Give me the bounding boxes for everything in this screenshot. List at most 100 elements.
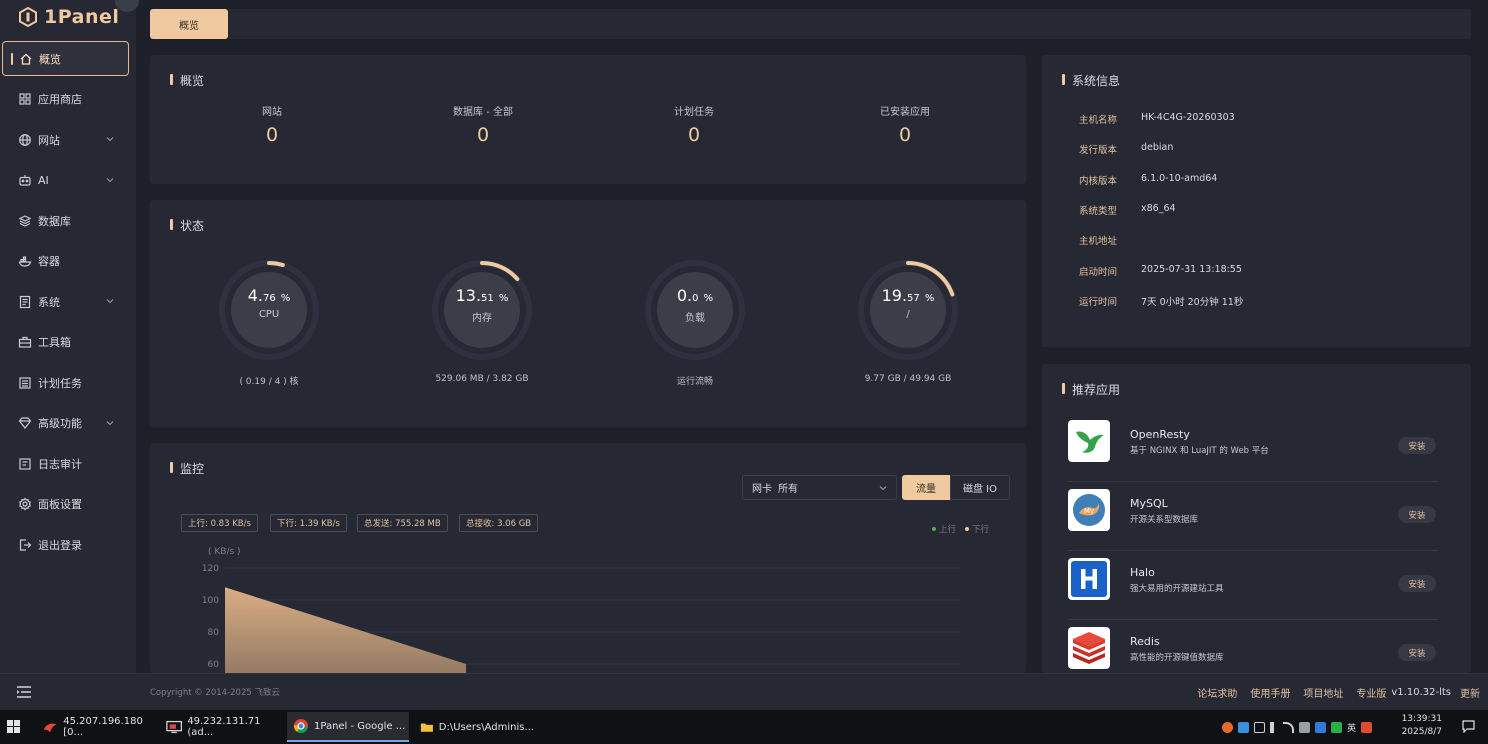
app-row-redis[interactable]: Redis 高性能的开源键值数据库 安装 (1068, 621, 1438, 673)
log-icon (19, 457, 31, 470)
logout-icon (19, 538, 32, 551)
windows-start-icon[interactable] (7, 720, 20, 733)
info-row-host-address: 主机地址 (1079, 233, 1141, 247)
disk-io-toggle-button[interactable]: 磁盘 IO (950, 475, 1010, 500)
install-button[interactable]: 安装 (1398, 506, 1436, 523)
tray-keyboard-icon[interactable] (1254, 722, 1265, 733)
copyright-text: Copyright © 2014-2025 飞致云 (150, 688, 280, 698)
sidebar-item-database[interactable]: 数据库 (0, 203, 136, 238)
clock-date: 2025/8/7 (1401, 727, 1442, 737)
gauge-detail: 9.77 GB / 49.94 GB (864, 374, 952, 384)
taskbar-item-ssh-1[interactable]: 45.207.196.180 [0... (36, 712, 156, 742)
chrome-icon (294, 719, 308, 734)
sidebar-item-label: 计划任务 (38, 376, 82, 390)
gauge-disk: 19.57 % / 9.77 GB / 49.94 GB (838, 258, 978, 384)
app-name: OpenResty (1130, 428, 1190, 441)
clock-time: 13:39:31 (1401, 714, 1442, 724)
ssh-client-icon (43, 723, 57, 733)
taskbar-item-explorer[interactable]: D:\Users\Adminis... (414, 712, 534, 742)
legend-up-dot (932, 527, 936, 531)
project-link[interactable]: 项目地址 (1303, 685, 1343, 700)
network-icon[interactable] (1283, 722, 1294, 733)
gauge-load: 0.0 % 负载 运行流畅 (625, 258, 765, 387)
taskbar-item-remote-desktop[interactable]: 49.232.131.71 (ad... (160, 712, 280, 742)
overview-value: 0 (898, 124, 912, 146)
gauge-value: 19.57 % (881, 286, 935, 305)
nic-select-value: 所有 (778, 484, 798, 495)
overview-item-installed-apps[interactable]: 已安装应用 0 (825, 103, 985, 146)
sidebar-item-toolbox[interactable]: 工具箱 (0, 325, 136, 360)
sidebar-item-cron[interactable]: 计划任务 (0, 365, 136, 400)
sidebar-item-overview[interactable]: 概览 (2, 41, 129, 76)
sidebar-item-app-store[interactable]: 应用商店 (0, 82, 136, 117)
chart-y-tick-label: 80 (208, 628, 220, 638)
monitor-card: 监控 网卡 所有 流量 磁盘 IO 上行: 0.83 KB/s 下行: 1.39… (150, 443, 1026, 673)
network-chart: ( KB/s ) 120 100 80 60 (202, 547, 960, 673)
tray-app-icon[interactable] (1222, 722, 1233, 733)
card-title: 概览 (170, 72, 204, 89)
forum-link[interactable]: 论坛求助 (1197, 685, 1237, 700)
app-row-openresty[interactable]: OpenResty 基于 NGINX 和 LuaJIT 的 Web 平台 安装 (1068, 414, 1438, 482)
info-row-distribution: 发行版本 debian (1079, 142, 1173, 156)
chevron-down-icon (106, 420, 114, 425)
sidebar-item-logout[interactable]: 退出登录 (0, 527, 136, 562)
overview-label: 计划任务 (674, 107, 714, 118)
tray-app-icon[interactable] (1238, 722, 1249, 733)
notification-icon[interactable] (1462, 720, 1475, 733)
overview-item-cron[interactable]: 计划任务 0 (614, 103, 774, 146)
legend-up-label[interactable]: 上行 (939, 523, 956, 535)
tab-overview[interactable]: 概览 (150, 9, 228, 39)
chart-y-axis-label: ( KB/s ) (208, 547, 241, 557)
app-row-halo[interactable]: Halo 强大易用的开源建站工具 安装 (1068, 552, 1438, 620)
info-value: x86_64 (1141, 203, 1176, 214)
tray-app-icon[interactable] (1299, 722, 1310, 733)
sidebar-item-label: 退出登录 (38, 538, 82, 552)
sidebar-item-website[interactable]: 网站 (0, 122, 136, 157)
install-button[interactable]: 安装 (1398, 575, 1436, 592)
collapse-menu-icon[interactable] (16, 685, 32, 699)
info-key: 主机地址 (1079, 236, 1118, 247)
brand-logo[interactable]: 1Panel (18, 4, 119, 30)
overview-value: 0 (687, 124, 701, 146)
taskbar-item-chrome[interactable]: 1Panel - Google ... (287, 712, 409, 742)
nic-select[interactable]: 网卡 所有 (742, 475, 897, 500)
overview-item-database[interactable]: 数据库 - 全部 0 (403, 103, 563, 146)
update-link[interactable]: 更新 (1460, 685, 1480, 700)
tray-app-icon[interactable] (1315, 722, 1326, 733)
edition-badge[interactable]: 专业版 (1356, 685, 1386, 700)
gauge-center: 19.57 % / (838, 286, 978, 320)
sidebar-item-system[interactable]: 系统 (0, 284, 136, 319)
gauge-memory: 13.51 % 内存 529.06 MB / 3.82 GB (412, 258, 552, 384)
remote-desktop-icon (166, 720, 183, 734)
sidebar-item-label: AI (38, 173, 49, 187)
manual-link[interactable]: 使用手册 (1250, 685, 1290, 700)
app-window: 1Panel 概览 应用商店 网站 AI 数据库 容器 系统 工具箱 计划任务 … (0, 0, 1488, 710)
sidebar-item-container[interactable]: 容器 (0, 244, 136, 279)
database-icon (18, 214, 32, 227)
chevron-down-icon (106, 137, 114, 142)
legend-down-label[interactable]: 下行 (972, 523, 989, 535)
app-row-mysql[interactable]: My MySQL 开源关系型数据库 安装 (1068, 483, 1438, 551)
sidebar-item-advanced[interactable]: 高级功能 (0, 406, 136, 441)
brand-name: 1Panel (44, 6, 120, 28)
sidebar-item-panel-settings[interactable]: 面板设置 (0, 487, 136, 522)
sidebar-item-log-audit[interactable]: 日志审计 (0, 446, 136, 481)
install-button[interactable]: 安装 (1398, 437, 1436, 454)
ime-indicator[interactable]: 英 (1347, 721, 1356, 734)
taskbar-item-label: 49.232.131.71 (ad... (187, 716, 261, 738)
system-tray: 英 (1222, 721, 1373, 734)
traffic-toggle-button[interactable]: 流量 (902, 475, 950, 500)
install-button[interactable]: 安装 (1398, 644, 1436, 661)
overview-item-website[interactable]: 网站 0 (192, 103, 352, 146)
info-row-boot-time: 启动时间 2025-07-31 13:18:55 (1079, 264, 1242, 278)
gauge-label: / (906, 309, 910, 320)
taskbar-item-label: 1Panel - Google ... (314, 720, 406, 732)
taskbar-clock[interactable]: 13:39:31 2025/8/7 (1396, 713, 1442, 739)
sidebar-item-ai[interactable]: AI (0, 163, 136, 198)
speaker-icon[interactable] (1270, 722, 1278, 733)
wechat-icon[interactable] (1331, 722, 1342, 733)
gauge-center: 13.51 % 内存 (412, 286, 552, 324)
overview-label: 网站 (262, 107, 282, 118)
tray-app-icon[interactable] (1361, 722, 1373, 733)
overview-value: 0 (476, 124, 490, 146)
